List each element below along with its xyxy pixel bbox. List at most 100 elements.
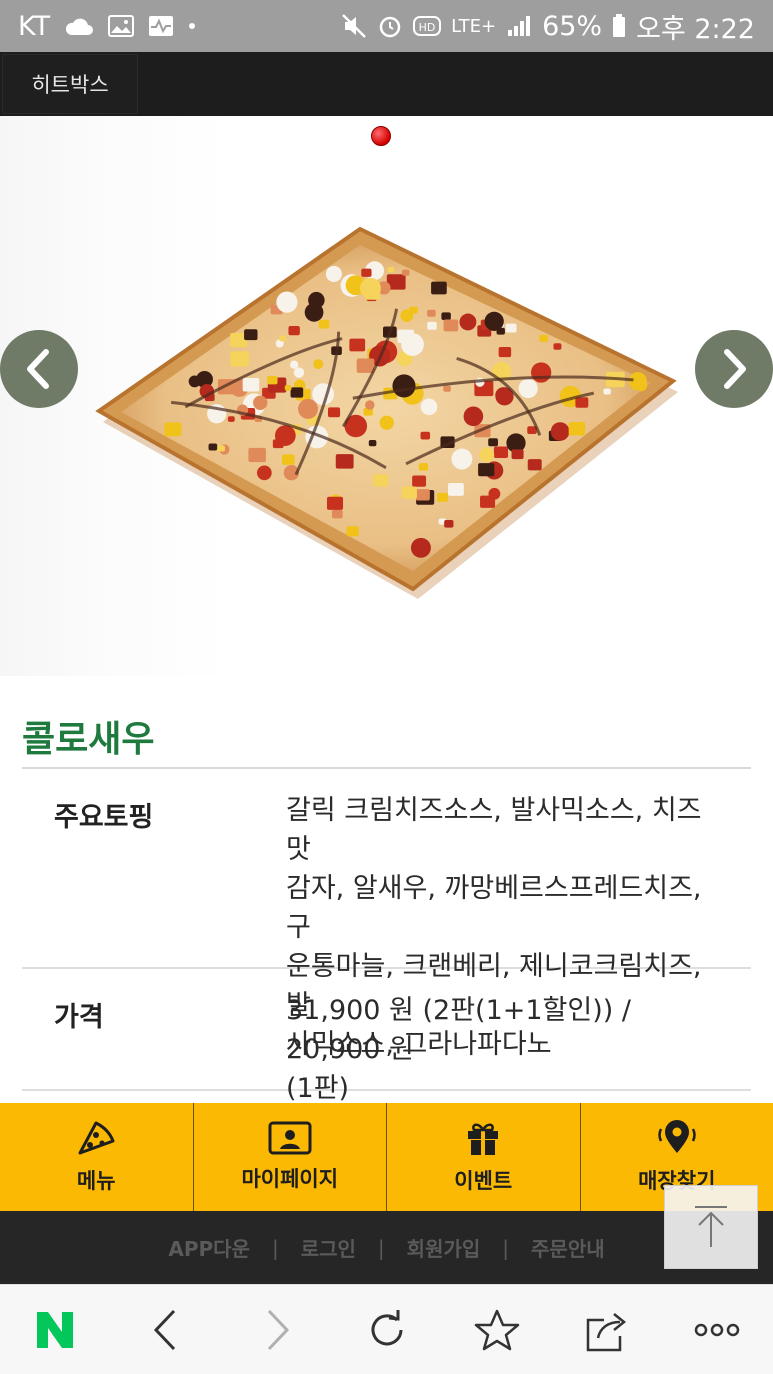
carrier-label: KT: [18, 10, 51, 42]
pizza-topping: [444, 519, 454, 528]
pizza-topping: [427, 321, 437, 330]
pizza-topping: [276, 291, 298, 313]
pizza-topping: [575, 397, 589, 408]
pizza-topping: [412, 475, 427, 487]
footer-separator: |: [377, 1235, 385, 1260]
pizza-topping: [256, 465, 272, 481]
pizza-topping: [297, 398, 319, 419]
pizza-topping: [365, 400, 375, 410]
pizza-topping: [447, 482, 464, 496]
back-button[interactable]: [140, 1305, 190, 1355]
pizza-topping: [387, 266, 395, 273]
site-tab[interactable]: 히트박스: [2, 54, 138, 114]
pizza-topping: [248, 447, 266, 463]
pizza-topping: [188, 375, 201, 388]
footer-link-app-download[interactable]: APP다운: [168, 1233, 250, 1262]
pizza-topping: [227, 416, 235, 422]
chevron-left-icon: [27, 349, 49, 389]
pizza-topping: [443, 385, 451, 392]
footer-link-signup[interactable]: 회원가입: [407, 1233, 481, 1262]
star-icon: [474, 1309, 520, 1351]
pizza-topping: [539, 334, 548, 343]
pizza-topping: [284, 385, 292, 391]
pizza-topping: [498, 346, 512, 358]
nav-event-label: 이벤트: [454, 1169, 513, 1193]
pizza-topping: [208, 443, 218, 451]
pizza-topping: [244, 329, 258, 341]
pizza-topping: [373, 474, 389, 487]
pizza-topping: [279, 335, 287, 342]
reload-button[interactable]: [362, 1305, 412, 1355]
pizza-topping: [505, 323, 517, 333]
pizza-topping: [368, 440, 377, 447]
nav-menu-button[interactable]: 메뉴: [0, 1103, 194, 1211]
reload-icon: [371, 1310, 403, 1346]
pizza-topping: [401, 486, 417, 499]
pizza-topping: [418, 463, 429, 471]
status-bar: KT HD LTE+ 65% 오후 2:22: [0, 0, 773, 52]
pizza-topping: [346, 526, 359, 537]
pizza-image: [95, 226, 678, 599]
nav-mypage-button[interactable]: 마이페이지: [194, 1103, 387, 1211]
pizza-topping: [495, 387, 511, 403]
pizza-topping: [361, 268, 372, 277]
pizza-topping: [326, 496, 344, 510]
carousel-indicator-dot[interactable]: [371, 126, 391, 146]
pizza-topping: [527, 459, 542, 471]
location-pin-icon: [658, 1120, 696, 1153]
pizza-topping: [478, 463, 495, 477]
chevron-right-icon: [267, 1309, 290, 1351]
naver-home-button[interactable]: [30, 1305, 80, 1355]
nav-event-button[interactable]: 이벤트: [387, 1103, 581, 1211]
toppings-line: 갈릭 크림치즈소스, 발사믹소스, 치즈맛: [286, 795, 702, 865]
more-button[interactable]: [692, 1305, 742, 1355]
pizza-topping: [463, 406, 484, 427]
pizza-topping: [402, 269, 410, 276]
pizza-topping: [327, 407, 341, 418]
pizza-topping: [431, 281, 447, 295]
pizza-topping: [531, 362, 552, 383]
pizza-topping: [313, 359, 324, 370]
pizza-topping: [415, 489, 430, 501]
footer-link-order-guide[interactable]: 주문안내: [531, 1233, 605, 1262]
pizza-topping: [217, 445, 225, 452]
carousel-next-button[interactable]: [695, 330, 773, 408]
more-icon: [694, 1323, 740, 1337]
pizza-topping: [443, 319, 459, 332]
pizza-topping: [290, 387, 304, 398]
share-button[interactable]: [582, 1305, 632, 1355]
scroll-to-top-button[interactable]: [664, 1185, 758, 1269]
pizza-topping: [459, 313, 477, 331]
product-carousel[interactable]: [0, 116, 773, 676]
share-icon: [586, 1313, 627, 1352]
chevron-left-icon: [153, 1309, 176, 1351]
dot-icon: [188, 22, 196, 30]
pizza-topping: [451, 448, 473, 470]
carousel-prev-button[interactable]: [0, 330, 78, 408]
clock: 오후 2:22: [636, 13, 755, 45]
arrow-up-icon: [695, 1206, 727, 1247]
pizza-topping: [518, 378, 538, 399]
pizza-topping: [511, 449, 524, 460]
pizza-topping: [401, 333, 424, 356]
pizza-topping: [436, 492, 449, 502]
pizza-topping: [288, 325, 300, 336]
chevron-right-icon: [724, 349, 746, 389]
bookmark-button[interactable]: [472, 1305, 522, 1355]
pizza-topping: [164, 422, 182, 437]
pizza-topping: [356, 358, 375, 373]
pizza-topping: [267, 375, 278, 385]
pizza-topping: [365, 287, 381, 300]
price-value: 31,900 원 (2판(1+1할인)) / 20,900 원 (1판): [286, 991, 751, 1104]
footer-link-login[interactable]: 로그인: [301, 1233, 356, 1262]
signal-icon: [506, 15, 532, 37]
pizza-topping: [392, 374, 416, 398]
pizza-slice-icon: [78, 1121, 115, 1155]
pizza-topping: [325, 265, 342, 282]
top-nav: 히트박스: [0, 52, 773, 116]
gift-icon: [468, 1123, 499, 1155]
network-label: LTE+: [451, 15, 497, 37]
forward-button[interactable]: [253, 1305, 303, 1355]
pizza-topping: [400, 309, 414, 323]
pizza-topping: [420, 431, 431, 440]
